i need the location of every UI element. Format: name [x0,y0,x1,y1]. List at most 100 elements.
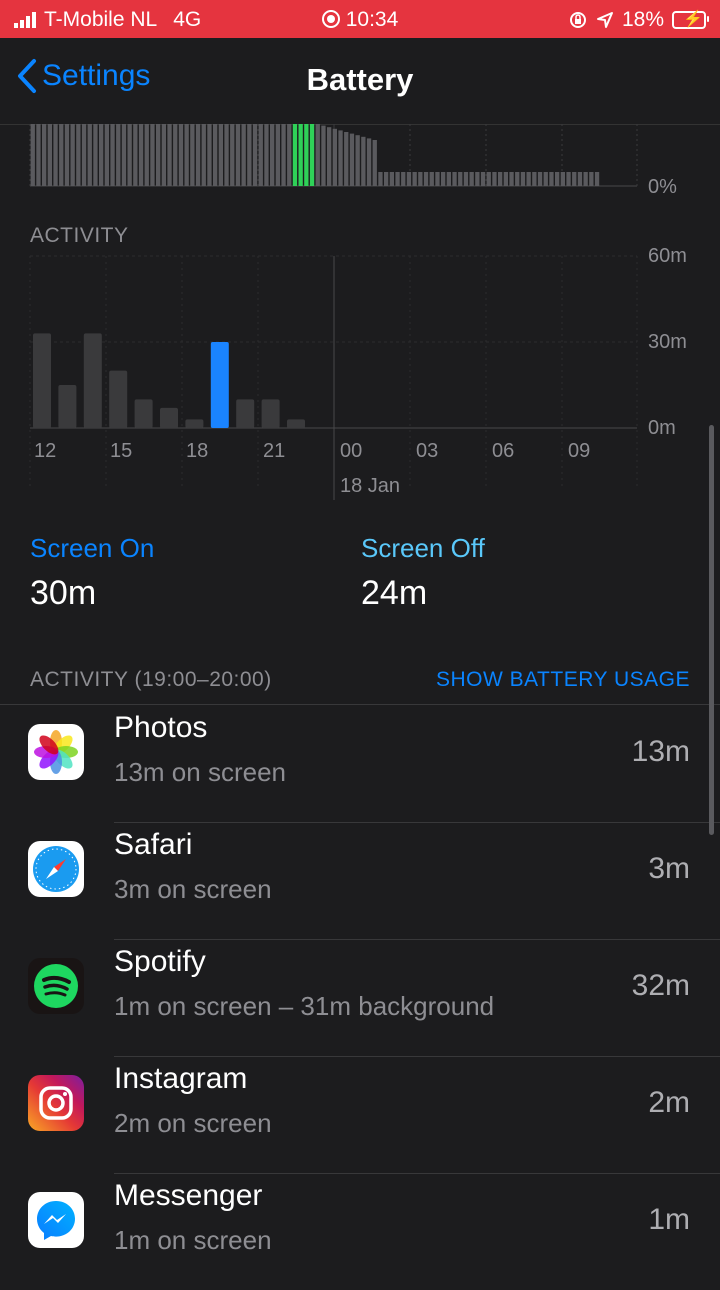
battery-level-bar [555,172,560,186]
x-tick: 18 [186,440,209,462]
battery-level-bar [87,124,92,186]
battery-level-bar [429,172,434,186]
y-tick-60: 60m [648,245,687,267]
app-row-spotify[interactable]: Spotify 1m on screen – 31m background 32… [0,939,720,1056]
activity-bar-screen-on [33,333,51,428]
show-battery-usage-button[interactable]: SHOW BATTERY USAGE [436,668,690,692]
battery-level-bar [532,172,537,186]
battery-level-bar [543,172,548,186]
activity-bar-screen-on [83,333,102,428]
battery-level-bar [64,124,70,186]
battery-level-bar [441,172,446,186]
battery-level-bar [218,124,223,186]
battery-level-bar [560,172,565,186]
activity-bar-screen-on [261,399,280,428]
battery-level-bar [224,124,229,186]
battery-level-bar [127,124,132,186]
app-detail: 13m on screen [114,757,286,787]
battery-level-bar [195,124,201,186]
battery-level-bar [150,124,155,186]
status-bar: T-Mobile NL 4G 10:34 18% ⚡ [0,0,720,38]
battery-icon: ⚡ [672,11,709,29]
battery-level-bar [395,172,400,186]
battery-level-bar [178,124,184,186]
activity-bar-screen-on [160,407,178,428]
battery-level-bar [121,124,127,186]
activity-bar-screen-on [210,342,229,428]
battery-level-bar [344,132,349,186]
battery-level-bar [389,172,394,186]
battery-level-chart[interactable]: 0% [0,124,720,204]
photos-icon [28,724,84,780]
battery-level-bar [355,135,360,186]
battery-level-bar [161,124,166,186]
app-row-messenger[interactable]: Messenger 1m on screen 1m [0,1173,720,1290]
battery-level-bar [406,172,412,186]
safari-icon [28,841,84,897]
battery-level-bar [572,172,577,186]
battery-level-bar [230,124,235,186]
battery-level-bar [213,124,218,186]
battery-level-bar [583,172,588,186]
battery-level-bar [70,124,75,186]
instagram-icon [28,1075,84,1131]
battery-percent: 18% [621,8,664,31]
app-name: Safari [114,828,193,861]
x-tick: 21 [263,440,286,462]
page-title: Battery [306,62,414,97]
app-row-safari[interactable]: Safari 3m on screen 3m [0,822,720,939]
battery-level-bar [594,172,600,186]
battery-level-bar [298,124,303,186]
scroll-indicator[interactable] [709,425,714,835]
screen-off-value: 24m [361,574,428,612]
battery-level-bar [503,172,508,186]
battery-level-bar [384,172,389,186]
battery-level-bar [30,124,35,186]
battery-level-svg [29,124,638,187]
screen-on-label: Screen On [30,533,155,563]
battery-level-bar [201,124,206,186]
y-tick-30: 30m [648,331,687,353]
orientation-lock-icon [569,12,586,28]
app-row-photos[interactable]: Photos 13m on screen 13m [0,705,720,822]
battery-level-bar [526,172,531,186]
battery-level-bar [480,172,486,186]
battery-level-bar [423,172,429,186]
app-row-instagram[interactable]: Instagram 2m on screen 2m [0,1056,720,1173]
app-detail: 1m on screen [114,1225,272,1255]
battery-level-bar [321,125,326,186]
x-tick: 06 [492,440,515,462]
app-detail: 2m on screen [114,1108,272,1138]
app-detail: 1m on screen – 31m background [114,991,495,1021]
battery-level-bar [292,124,298,186]
battery-level-bar [327,127,332,186]
battery-level-bar [520,172,526,186]
battery-level-bar [184,124,189,186]
battery-level-bar [144,124,149,186]
battery-level-bar [401,172,406,186]
app-detail: 3m on screen [114,874,272,904]
battery-level-bar [116,124,121,186]
battery-level-bar [475,172,480,186]
activity-bar-screen-on [236,399,255,428]
location-icon [596,12,613,28]
battery-level-bar [133,124,138,186]
battery-level-bar [349,133,355,186]
activity-list-header: ACTIVITY (19:00–20:00) [30,668,272,691]
status-time: 10:34 [345,8,399,31]
battery-level-bar [207,124,212,186]
battery-level-bar [452,172,457,186]
app-name: Instagram [114,1062,248,1095]
battery-level-bar [104,124,109,186]
x-tick: 00 [340,440,363,462]
battery-level-bar [281,124,286,186]
activity-chart[interactable]: 60m 30m 0m 12 15 18 21 00 03 06 09 18 Ja… [0,245,720,510]
battery-level-bar [241,124,246,186]
battery-level-bar [458,172,463,186]
battery-level-bar [446,172,451,186]
battery-level-bar [361,136,366,186]
battery-level-bar [589,172,594,186]
battery-level-bar [110,124,115,186]
app-time: 1m [648,1203,690,1236]
battery-level-bar [287,124,292,186]
